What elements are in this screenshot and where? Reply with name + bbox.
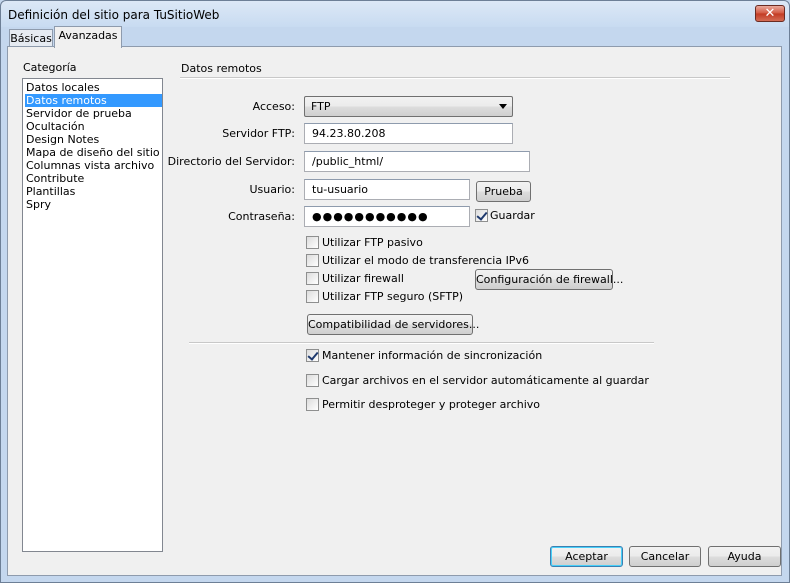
category-heading: Categoría <box>23 61 77 74</box>
tab-avanzadas-label: Avanzadas <box>58 29 118 42</box>
category-list[interactable]: Datos locales Datos remotos Servidor de … <box>22 78 163 552</box>
user-label: Usuario: <box>249 183 295 196</box>
server-compat-button[interactable]: Compatibilidad de servidores... <box>307 314 479 335</box>
save-password-checkbox[interactable] <box>475 209 488 222</box>
ftp-server-input[interactable]: 94.23.80.208 <box>304 123 513 144</box>
passive-ftp-label: Utilizar FTP pasivo <box>322 236 423 249</box>
category-item-servidor-de-prueba[interactable]: Servidor de prueba <box>25 107 162 120</box>
dialog-window: Definición del sitio para TuSitioWeb ✕ B… <box>0 0 790 583</box>
category-item-design-notes[interactable]: Design Notes <box>25 133 162 146</box>
window-title: Definición del sitio para TuSitioWeb <box>8 8 220 22</box>
test-button[interactable]: Prueba <box>476 181 531 202</box>
auto-upload-label: Cargar archivos en el servidor automátic… <box>322 374 649 387</box>
cancel-button[interactable]: Cancelar <box>629 546 701 567</box>
ipv6-checkbox[interactable] <box>306 254 319 267</box>
category-item-datos-remotos[interactable]: Datos remotos <box>25 94 162 107</box>
category-item-datos-locales[interactable]: Datos locales <box>25 81 162 94</box>
chevron-down-icon <box>499 104 507 109</box>
category-item-mapa-de-diseno[interactable]: Mapa de diseño del sitio <box>25 146 162 159</box>
firewall-config-button[interactable]: Configuración de firewall... <box>475 269 623 290</box>
close-icon: ✕ <box>764 6 776 21</box>
save-password-label: Guardar <box>490 209 535 222</box>
sync-info-checkbox[interactable] <box>306 349 319 362</box>
firewall-label: Utilizar firewall <box>322 272 404 285</box>
close-button[interactable]: ✕ <box>755 5 785 22</box>
checkout-checkbox[interactable] <box>306 398 319 411</box>
category-item-columnas-vista-archivo[interactable]: Columnas vista archivo <box>25 159 162 172</box>
help-button[interactable]: Ayuda <box>708 546 781 567</box>
sync-info-label: Mantener información de sincronización <box>322 349 543 362</box>
options-divider <box>189 342 654 344</box>
section-divider <box>180 77 730 79</box>
server-dir-label: Directorio del Servidor: <box>167 155 295 168</box>
category-item-spry[interactable]: Spry <box>25 198 162 211</box>
user-input[interactable]: tu-usuario <box>304 179 470 200</box>
access-label: Acceso: <box>252 100 295 113</box>
checkout-label: Permitir desproteger y proteger archivo <box>322 398 541 411</box>
sftp-checkbox[interactable] <box>306 290 319 303</box>
category-item-contribute[interactable]: Contribute <box>25 172 162 185</box>
firewall-checkbox[interactable] <box>306 272 319 285</box>
ipv6-label: Utilizar el modo de transferencia IPv6 <box>322 254 529 267</box>
auto-upload-checkbox[interactable] <box>306 374 319 387</box>
category-item-plantillas[interactable]: Plantillas <box>25 185 162 198</box>
sftp-label: Utilizar FTP seguro (SFTP) <box>322 290 464 303</box>
access-select[interactable]: FTP <box>304 96 513 117</box>
passive-ftp-checkbox[interactable] <box>306 236 319 249</box>
tab-avanzadas[interactable]: Avanzadas <box>54 26 122 48</box>
tab-basicas-label: Básicas <box>10 32 52 45</box>
accept-button[interactable]: Aceptar <box>550 546 623 567</box>
ftp-server-label: Servidor FTP: <box>222 127 295 140</box>
category-item-ocultacion[interactable]: Ocultación <box>25 120 162 133</box>
password-label: Contraseña: <box>228 210 295 223</box>
access-select-value: FTP <box>311 100 331 113</box>
server-dir-input[interactable]: /public_html/ <box>304 151 530 172</box>
section-title: Datos remotos <box>181 62 262 75</box>
password-input[interactable]: ●●●●●●●●●●● <box>304 206 470 227</box>
